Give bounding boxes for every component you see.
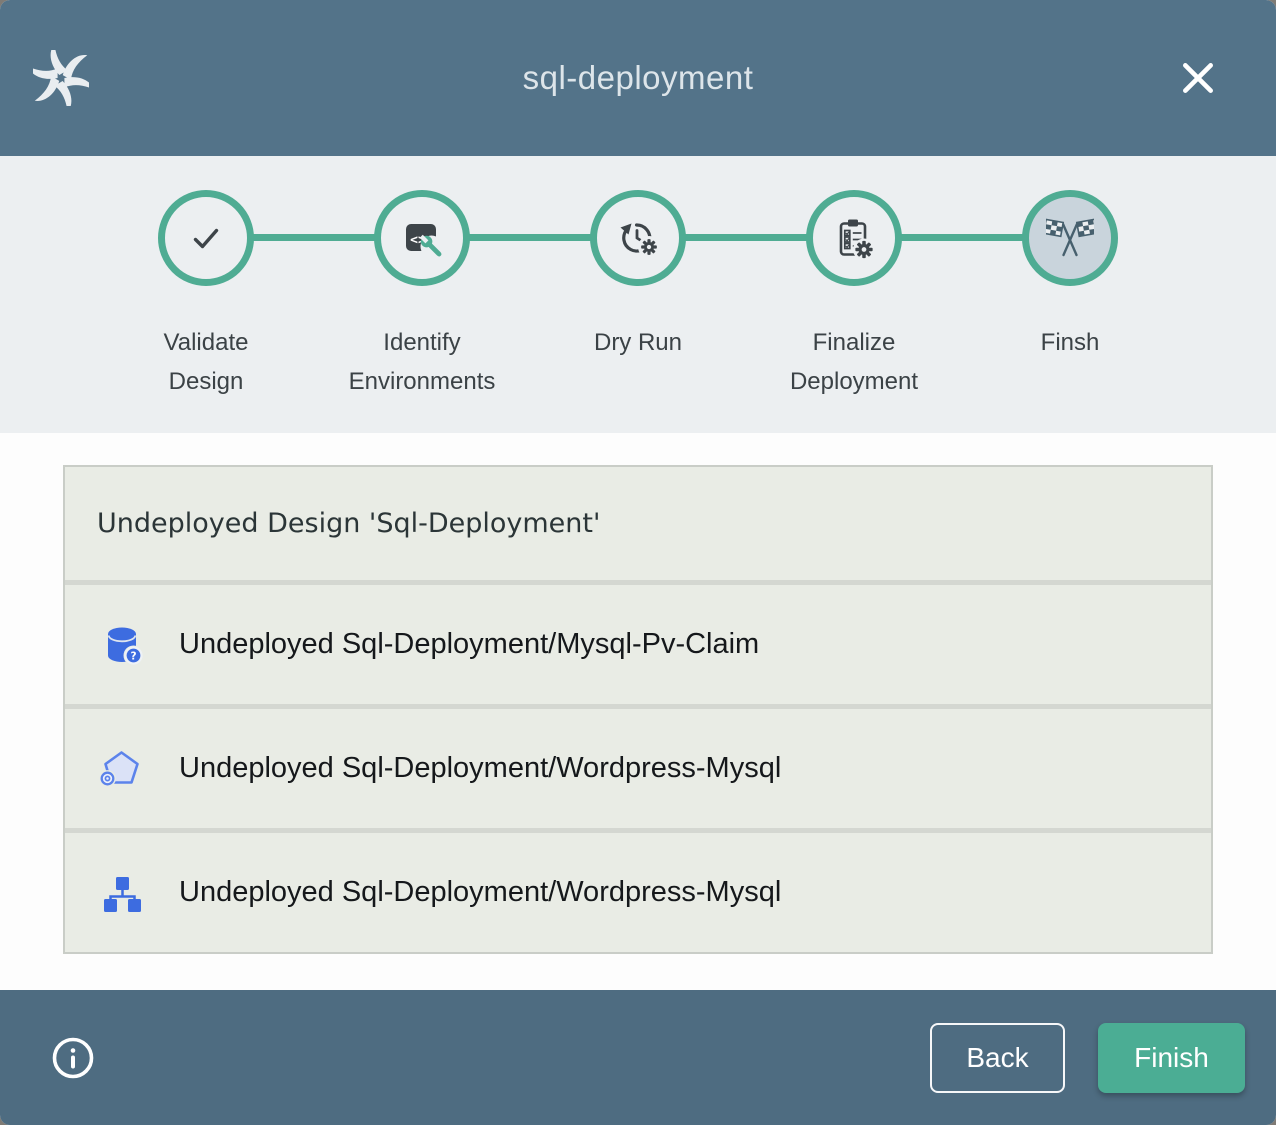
step-label: Validate Design xyxy=(126,324,286,402)
info-button[interactable] xyxy=(50,1035,96,1081)
step-label: Dry Run xyxy=(594,324,682,363)
wizard-stepper: Validate Design <> Identify xyxy=(0,156,1276,433)
info-icon xyxy=(50,1035,96,1081)
step-validate-design-circle[interactable] xyxy=(158,190,254,286)
list-item: Undeployed Sql-Deployment/Wordpress-Mysq… xyxy=(65,833,1211,952)
step-finish: Finsh xyxy=(962,190,1178,402)
code-wrench-icon: <> xyxy=(398,214,446,262)
list-item-text: Undeployed Sql-Deployment/Mysql-Pv-Claim xyxy=(179,628,759,661)
close-icon xyxy=(1179,59,1217,97)
back-button[interactable]: Back xyxy=(930,1023,1065,1093)
check-icon xyxy=(182,214,230,262)
step-label: Finalize Deployment xyxy=(774,324,934,402)
step-dry-run-circle[interactable] xyxy=(590,190,686,286)
svg-text:?: ? xyxy=(130,650,136,662)
history-gear-icon xyxy=(614,214,662,262)
clipboard-gear-icon xyxy=(830,214,878,262)
step-label: Finsh xyxy=(1041,324,1100,363)
deployment-status-area: Undeployed Design 'Sql-Deployment' ? Und… xyxy=(0,433,1276,990)
step-finish-circle[interactable] xyxy=(1022,190,1118,286)
deployment-status-panel: Undeployed Design 'Sql-Deployment' ? Und… xyxy=(63,465,1213,954)
list-item: Undeployed Sql-Deployment/Wordpress-Mysq… xyxy=(65,709,1211,828)
tree-hierarchy-icon xyxy=(98,869,146,917)
pinwheel-logo-icon xyxy=(33,50,89,106)
status-panel-header: Undeployed Design 'Sql-Deployment' xyxy=(65,467,1211,580)
step-finalize-deployment: Finalize Deployment xyxy=(746,190,962,402)
dialog-header: sql-deployment xyxy=(0,0,1276,156)
step-validate-design: Validate Design xyxy=(98,190,314,402)
database-icon: ? xyxy=(98,621,146,669)
step-finalize-deployment-circle[interactable] xyxy=(806,190,902,286)
step-identify-environments: <> Identify Environments xyxy=(314,190,530,402)
close-button[interactable] xyxy=(1178,58,1218,98)
step-dry-run: Dry Run xyxy=(530,190,746,402)
step-identify-environments-circle[interactable]: <> xyxy=(374,190,470,286)
list-item-text: Undeployed Sql-Deployment/Wordpress-Mysq… xyxy=(179,752,781,785)
pentagon-node-icon xyxy=(98,745,146,793)
dialog-title: sql-deployment xyxy=(523,59,754,97)
status-header-text: Undeployed Design 'Sql-Deployment' xyxy=(97,508,600,539)
checkered-flags-icon xyxy=(1046,214,1094,262)
list-item-text: Undeployed Sql-Deployment/Wordpress-Mysq… xyxy=(179,876,781,909)
step-label: Identify Environments xyxy=(342,324,502,402)
finish-button[interactable]: Finish xyxy=(1098,1023,1245,1093)
list-item: ? Undeployed Sql-Deployment/Mysql-Pv-Cla… xyxy=(65,585,1211,704)
dialog-footer: Back Finish xyxy=(0,990,1276,1125)
deployment-wizard-dialog: sql-deployment Validate Design xyxy=(0,0,1276,1125)
